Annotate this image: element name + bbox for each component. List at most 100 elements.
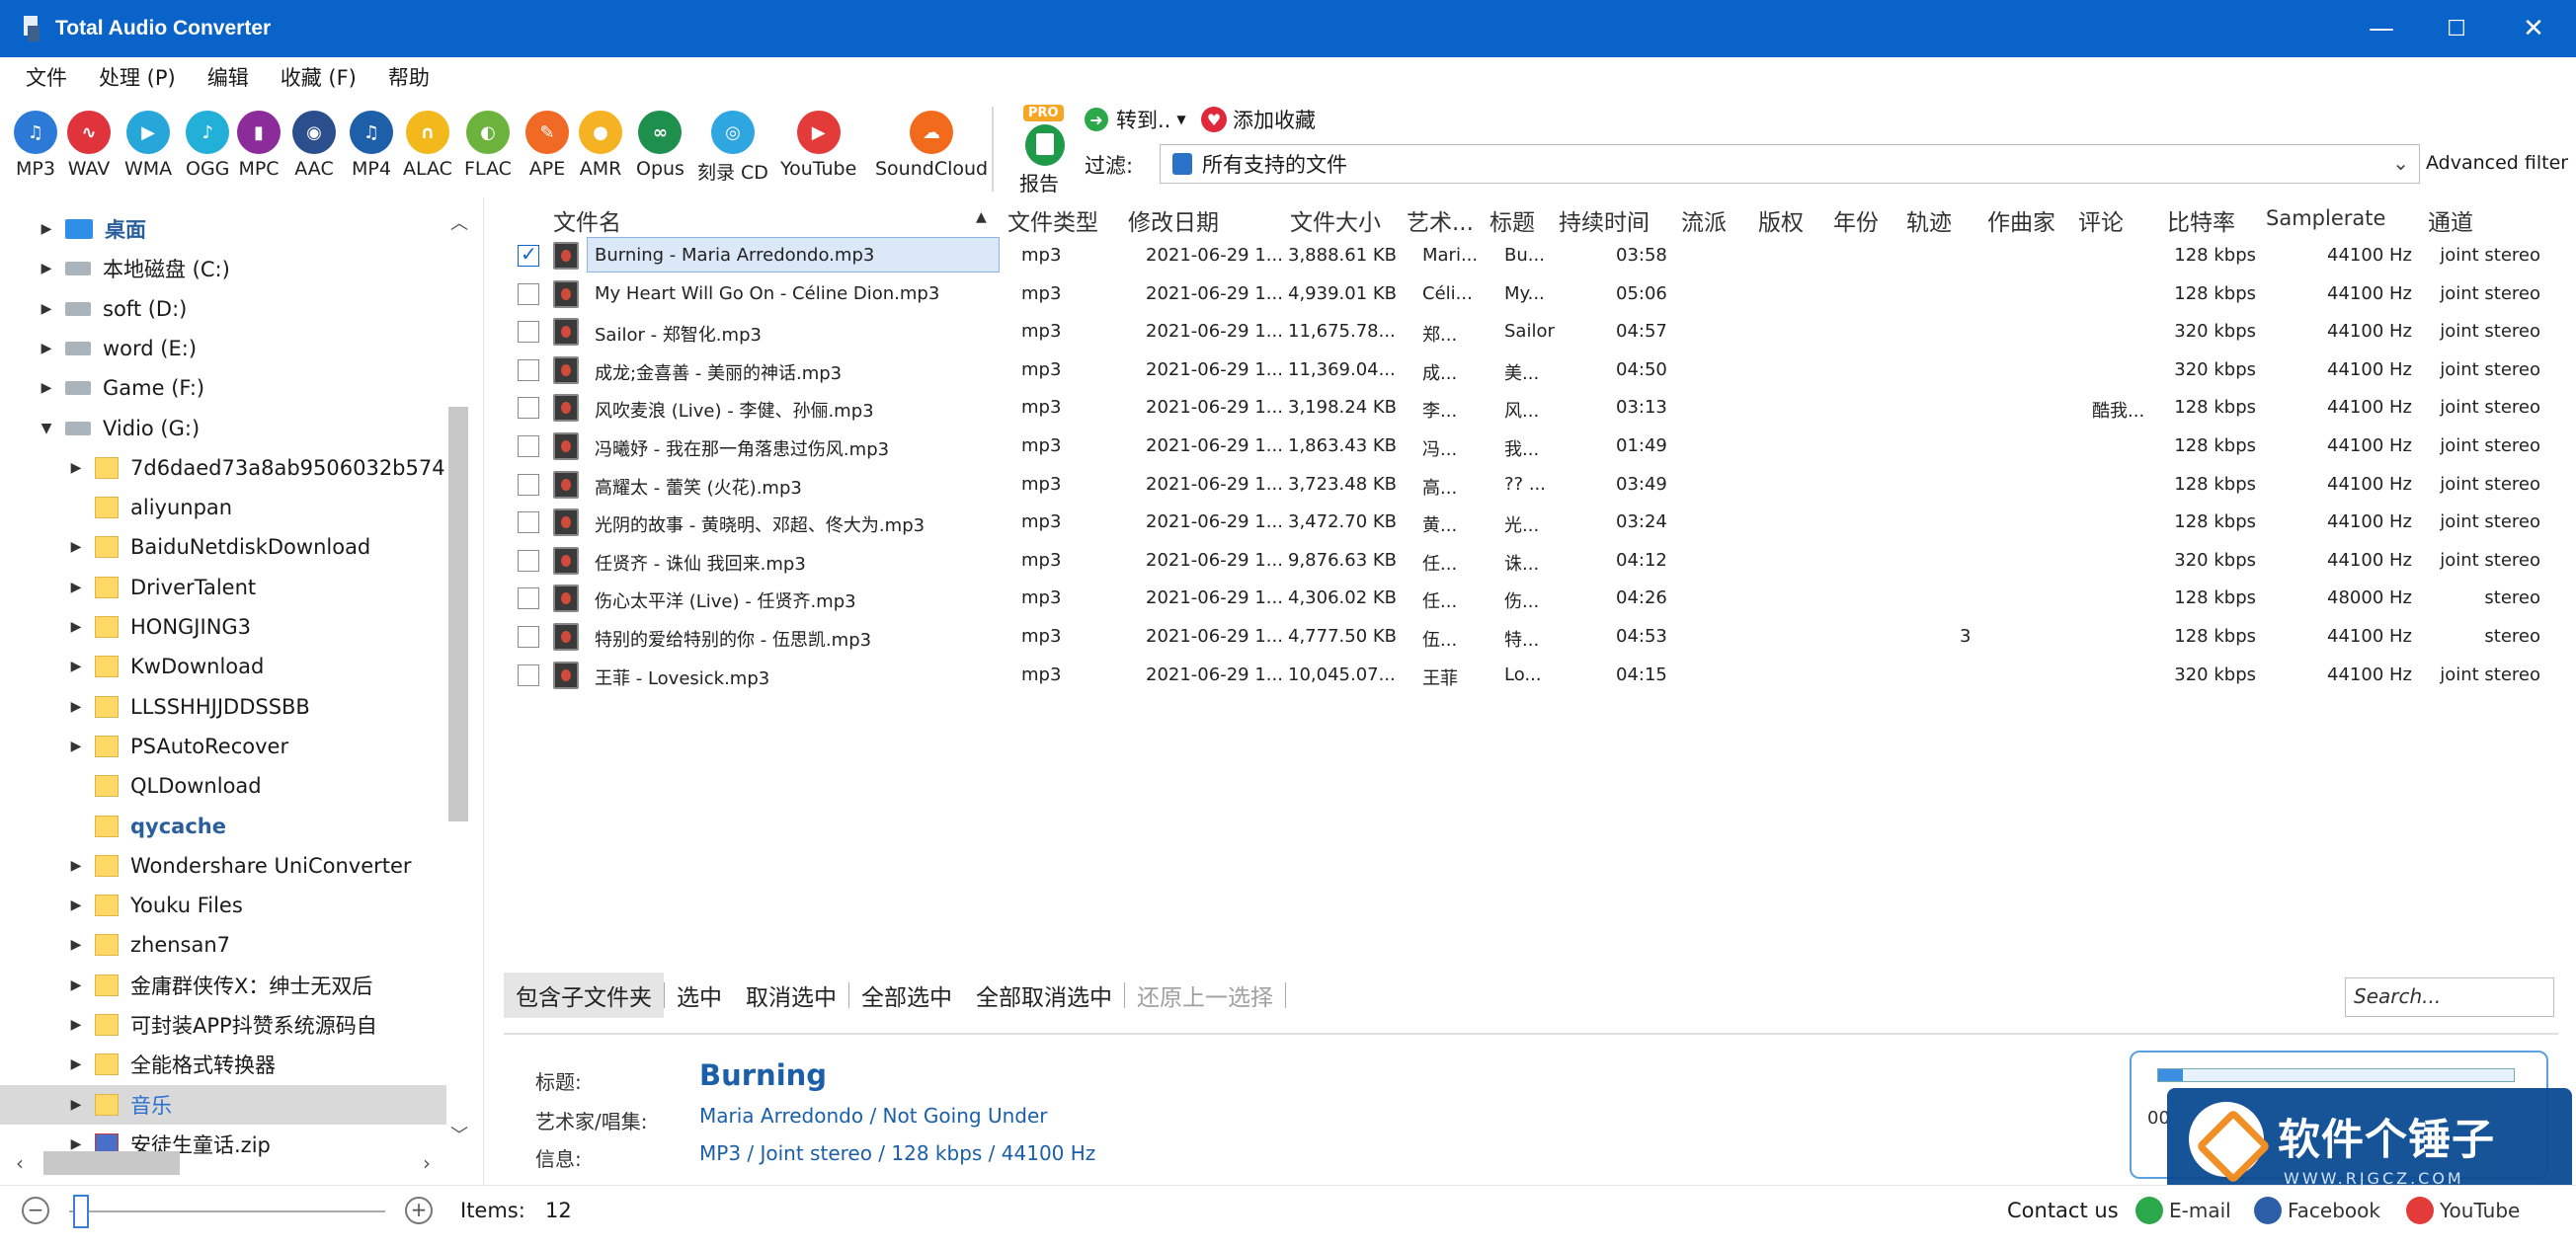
tree-item[interactable]: ▶ LLSSHHJJDDSSBB	[0, 687, 446, 727]
col-size[interactable]: 文件大小	[1290, 203, 1381, 237]
expand-arrow-icon[interactable]: ▶	[65, 1056, 87, 1072]
scroll-left-icon[interactable]: ‹	[16, 1151, 24, 1175]
col-type[interactable]: 文件类型	[1007, 203, 1098, 237]
tree-item[interactable]: ▶ 全能格式转换器	[0, 1045, 446, 1084]
row-checkbox[interactable]	[518, 587, 539, 610]
expand-arrow-icon[interactable]: ▶	[65, 619, 87, 635]
format-mp4-button[interactable]: ♫ MP4	[350, 111, 393, 180]
email-link[interactable]: E-mail	[2135, 1197, 2231, 1224]
tree-item[interactable]: QLDownload	[0, 766, 446, 806]
tree-item[interactable]: ▶ DriverTalent	[0, 568, 446, 607]
tree-item[interactable]: ▶ word (E:)	[0, 329, 446, 368]
facebook-link[interactable]: Facebook	[2254, 1197, 2380, 1224]
tree-item[interactable]: ▶ soft (D:)	[0, 289, 446, 329]
menu-favorites[interactable]: 收藏 (F)	[265, 62, 372, 92]
format-aac-button[interactable]: ◉ AAC	[292, 111, 336, 180]
col-samplerate[interactable]: Samplerate	[2266, 206, 2385, 230]
expand-arrow-icon[interactable]: ▶	[65, 739, 87, 754]
expand-arrow-icon[interactable]: ▶	[65, 1097, 87, 1113]
expand-arrow-icon[interactable]: ▶	[65, 858, 87, 874]
format-alac-button[interactable]: ∩ ALAC	[403, 111, 452, 180]
close-button[interactable]: ✕	[2495, 0, 2572, 57]
restore-selection-button[interactable]: 还原上一选择	[1125, 973, 1285, 1018]
contact-link[interactable]: Contact us	[2007, 1199, 2119, 1222]
col-genre[interactable]: 流派	[1681, 203, 1727, 237]
expand-arrow-icon[interactable]: ▶	[65, 977, 87, 993]
tree-item[interactable]: qycache	[0, 807, 446, 846]
row-checkbox[interactable]	[518, 435, 539, 457]
col-artist[interactable]: 艺术...	[1407, 203, 1474, 237]
col-copyright[interactable]: 版权	[1758, 203, 1804, 237]
menu-help[interactable]: 帮助	[372, 62, 445, 92]
check-button[interactable]: 选中	[665, 973, 734, 1018]
col-year[interactable]: 年份	[1833, 203, 1879, 237]
menu-process[interactable]: 处理 (P)	[83, 62, 192, 92]
file-row[interactable]: 高耀太 - 蕾笑 (火花).mp3 mp3 2021-06-29 1... 3,723…	[504, 465, 2576, 503]
tree-item[interactable]: ▶ Wondershare UniConverter	[0, 846, 446, 886]
include-subfolders-button[interactable]: 包含子文件夹	[504, 973, 664, 1018]
file-row[interactable]: 成龙;金喜善 - 美丽的神话.mp3 mp3 2021-06-29 1... 11,3…	[504, 351, 2576, 388]
format-youtube-button[interactable]: ▶ YouTube	[780, 111, 856, 180]
expanded-arrow-icon[interactable]: ▼	[36, 421, 57, 436]
expand-arrow-icon[interactable]: ▶	[36, 221, 57, 237]
expand-arrow-icon[interactable]: ▶	[65, 699, 87, 715]
file-row[interactable]: 伤心太平洋 (Live) - 任贤齐.mp3 mp3 2021-06-29 1...…	[504, 579, 2576, 616]
report-button[interactable]: PRO 报告	[1009, 101, 1073, 195]
tree-item[interactable]: ▶ Game (F:)	[0, 368, 446, 408]
tree-item[interactable]: ▶ 音乐	[0, 1084, 446, 1125]
zoom-slider-track[interactable]	[69, 1210, 385, 1212]
row-checkbox[interactable]	[518, 511, 539, 534]
col-track[interactable]: 轨迹	[1906, 203, 1952, 237]
tree-item[interactable]: ▶ BaiduNetdiskDownload	[0, 527, 446, 567]
format-ogg-button[interactable]: ♪ OGG	[186, 111, 229, 180]
tree-item[interactable]: ▶ HONGJING3	[0, 607, 446, 647]
scroll-up-icon[interactable]: ︿	[450, 209, 468, 235]
row-checkbox[interactable]	[518, 321, 539, 344]
expand-arrow-icon[interactable]: ▶	[65, 1136, 87, 1152]
format-wav-button[interactable]: ∿ WAV	[67, 111, 111, 180]
row-checkbox[interactable]	[518, 473, 539, 496]
row-checkbox[interactable]	[518, 282, 539, 305]
row-checkbox[interactable]	[518, 358, 539, 381]
file-row[interactable]: Sailor - 郑智化.mp3 mp3 2021-06-29 1... 11,675…	[504, 312, 2576, 350]
zoom-in-button[interactable]: +	[405, 1197, 433, 1224]
col-duration[interactable]: 持续时间	[1559, 203, 1650, 237]
expand-arrow-icon[interactable]: ▶	[36, 380, 57, 396]
tree-hscroll-thumb[interactable]	[43, 1151, 180, 1175]
expand-arrow-icon[interactable]: ▶	[65, 659, 87, 674]
format-opus-button[interactable]: ∞ Opus	[636, 111, 684, 180]
expand-arrow-icon[interactable]: ▶	[65, 897, 87, 913]
tree-item[interactable]: ▶ zhensan7	[0, 925, 446, 965]
maximize-button[interactable]: ☐	[2418, 0, 2495, 57]
uncheck-all-button[interactable]: 全部取消选中	[964, 973, 1124, 1018]
expand-arrow-icon[interactable]: ▶	[65, 460, 87, 476]
tree-item[interactable]: ▶ 桌面	[0, 209, 446, 249]
row-checkbox[interactable]	[518, 242, 539, 267]
expand-arrow-icon[interactable]: ▶	[65, 937, 87, 953]
menu-file[interactable]: 文件	[0, 62, 83, 92]
file-row[interactable]: Burning - Maria Arredondo.mp3 mp3 2021-06-…	[504, 236, 2576, 273]
scroll-right-icon[interactable]: ›	[423, 1151, 431, 1175]
expand-arrow-icon[interactable]: ▶	[65, 580, 87, 595]
format-flac-button[interactable]: ◐ FLAC	[464, 111, 512, 180]
tree-item[interactable]: aliyunpan	[0, 488, 446, 527]
format-mp3-button[interactable]: ♫ MP3	[14, 111, 57, 180]
file-row[interactable]: My Heart Will Go On - Céline Dion.mp3 mp3…	[504, 274, 2576, 312]
tree-item[interactable]: ▶ KwDownload	[0, 647, 446, 686]
scroll-down-icon[interactable]: ﹀	[450, 1122, 468, 1147]
youtube-link[interactable]: YouTube	[2406, 1197, 2520, 1224]
tree-item[interactable]: ▶ 可封装APP抖赞系统源码自	[0, 1005, 446, 1045]
row-checkbox[interactable]	[518, 549, 539, 572]
format-ape-button[interactable]: ✎ APE	[525, 111, 569, 180]
format-wma-button[interactable]: ▶ WMA	[124, 111, 172, 180]
col-comment[interactable]: 评论	[2078, 203, 2124, 237]
row-checkbox[interactable]	[518, 626, 539, 648]
file-row[interactable]: 特别的爱给特别的你 - 伍思凯.mp3 mp3 2021-06-29 1... 4,7…	[504, 617, 2576, 655]
format-burn-cd-button[interactable]: ◎ 刻录 CD	[697, 111, 768, 185]
uncheck-button[interactable]: 取消选中	[734, 973, 848, 1018]
col-title[interactable]: 标题	[1489, 203, 1535, 237]
row-checkbox[interactable]	[518, 397, 539, 420]
zoom-out-button[interactable]: −	[22, 1197, 49, 1224]
file-row[interactable]: 王菲 - Lovesick.mp3 mp3 2021-06-29 1... 10,04…	[504, 656, 2576, 693]
tree-scroll-thumb[interactable]	[448, 407, 468, 821]
